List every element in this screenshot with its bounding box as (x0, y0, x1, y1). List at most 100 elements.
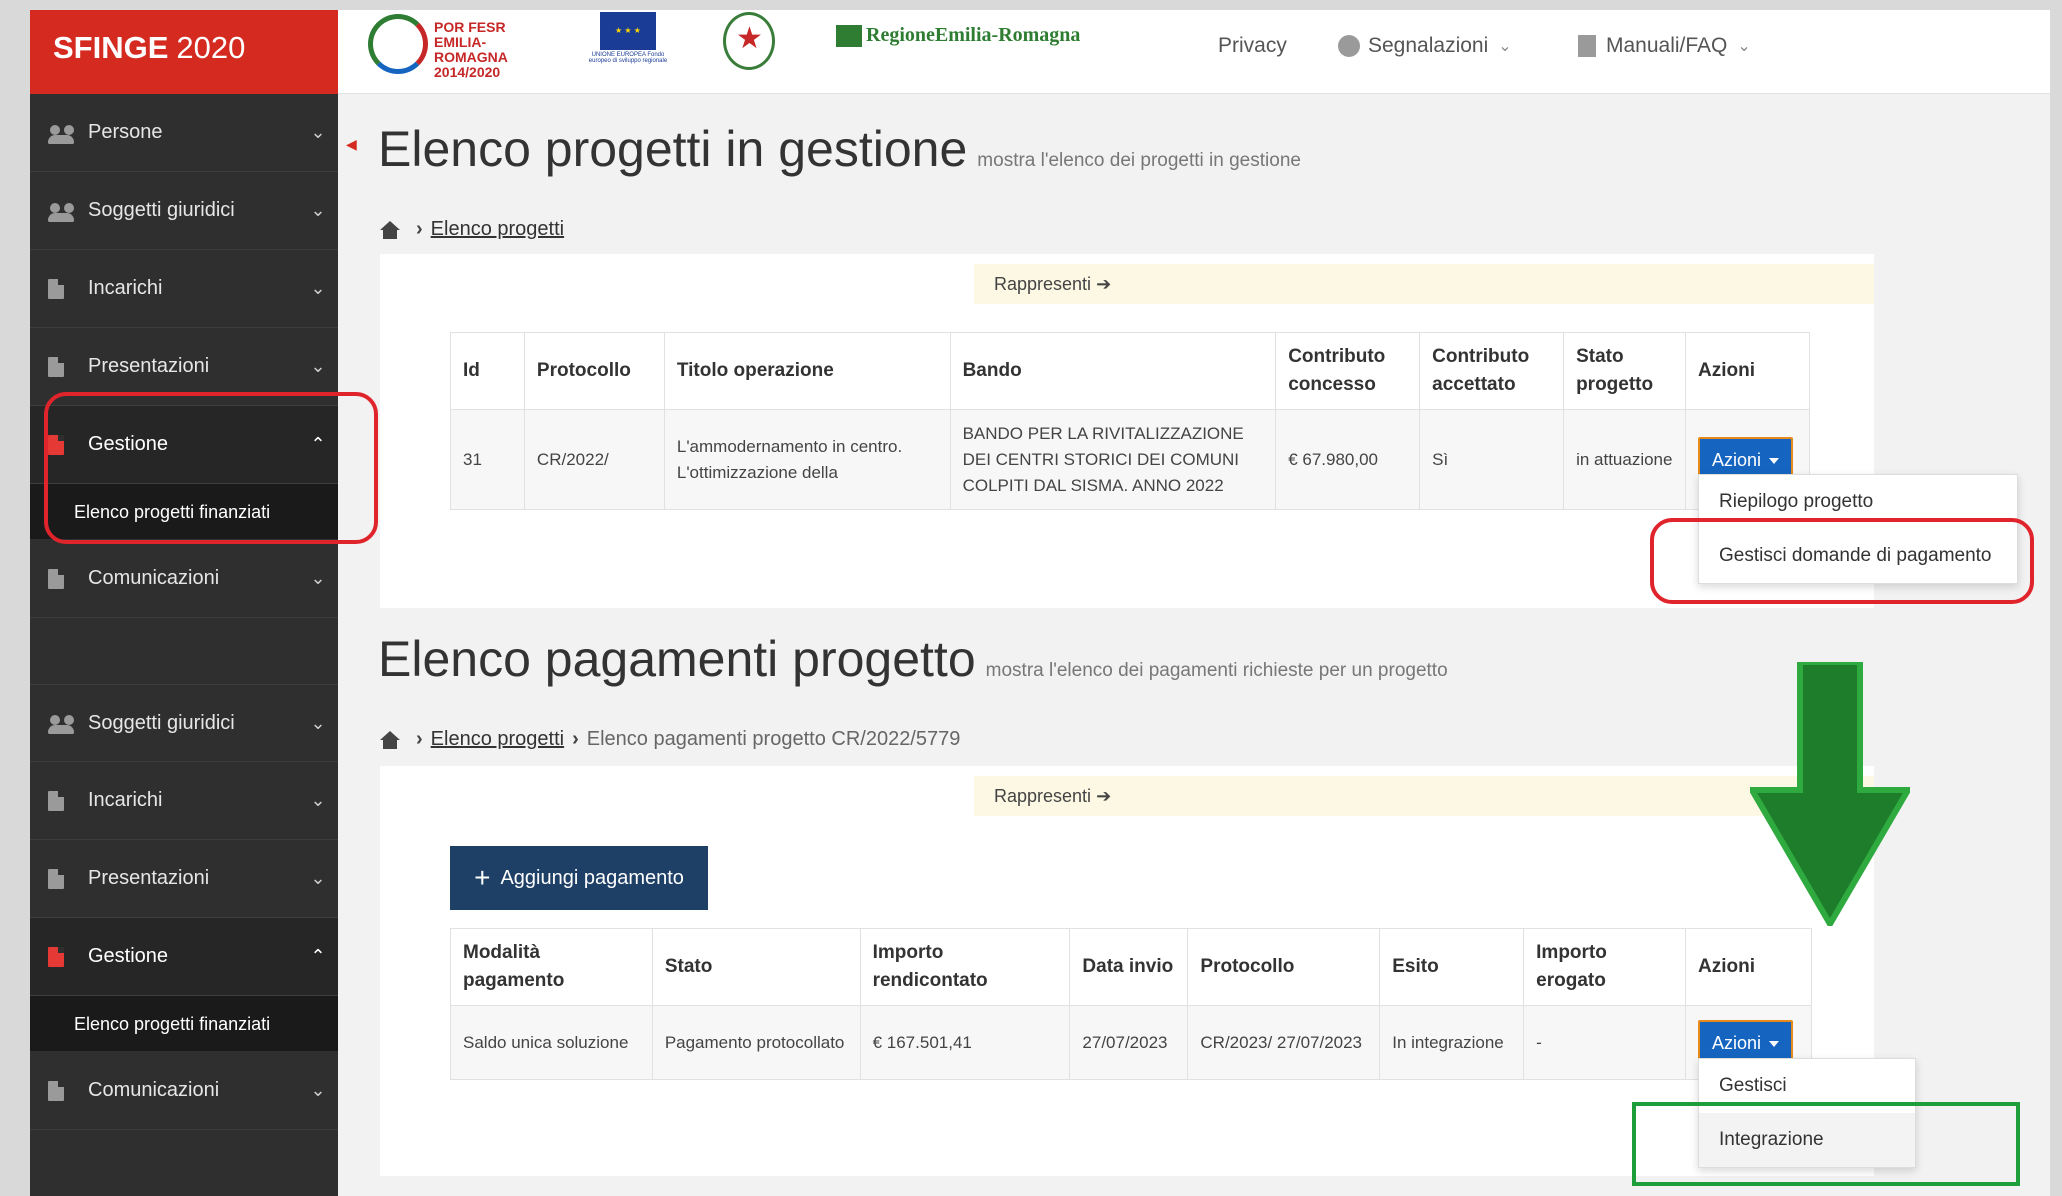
chevron-down-icon: ⌄ (310, 790, 326, 810)
column-header: Importo rendicontato (859, 928, 1071, 1006)
sidebar-collapse-icon[interactable]: ◀ (346, 136, 357, 153)
chevron-down-icon: ⌄ (310, 568, 326, 588)
document-icon (48, 356, 64, 377)
column-header: Azioni (1685, 332, 1810, 410)
chevron-down-icon: ⌄ (310, 1080, 326, 1100)
column-header: Protocollo (523, 332, 665, 410)
nav-manuali[interactable]: Manuali/FAQ ⌄ (1578, 34, 1751, 58)
nav-segnalazioni[interactable]: Segnalazioni ⌄ (1338, 34, 1512, 58)
page-subtitle-progetti: mostra l'elenco dei progetti in gestione (977, 150, 1301, 171)
cell-id: 31 (450, 409, 525, 510)
column-header: Esito (1379, 928, 1525, 1006)
caret-down-icon (1769, 1040, 1780, 1047)
breadcrumb-pagamenti: › Elenco progetti › Elenco pagamenti pro… (380, 728, 960, 751)
sidebar-item-comunicazioni[interactable]: Comunicazioni ⌄ (30, 540, 338, 618)
rappresenti-bar[interactable]: Rappresenti ➔ (974, 264, 1874, 304)
cell-stato: Pagamento protocollato (651, 1005, 861, 1080)
chevron-down-icon: ⌄ (310, 278, 326, 298)
chevron-down-icon: ⌄ (310, 200, 326, 220)
cell-importo-erogato: - (1523, 1005, 1686, 1080)
por-fesr-text: POR FESR EMILIA-ROMAGNA 2014/2020 (434, 19, 508, 80)
home-icon[interactable] (380, 730, 400, 749)
app-window: SFINGE 2020 POR FESR EMILIA-ROMAGNA 2014/… (30, 10, 2050, 1196)
cell-data-invio: 27/07/2023 (1069, 1005, 1189, 1080)
document-icon (48, 278, 64, 299)
sidebar-item-presentazioni-2[interactable]: Presentazioni ⌄ (30, 840, 338, 918)
cell-protocollo: CR/2023/ 27/07/2023 (1187, 1005, 1381, 1080)
cell-bando: BANDO PER LA RIVITALIZZAZIONE DEI CENTRI… (949, 409, 1277, 510)
sidebar-item-soggetti-giuridici[interactable]: Soggetti giuridici ⌄ (30, 172, 338, 250)
breadcrumb-link-elenco-progetti[interactable]: Elenco progetti (431, 218, 564, 241)
chevron-down-icon: ⌄ (310, 356, 326, 376)
document-icon (48, 568, 64, 589)
chevron-down-icon: ⌄ (1737, 38, 1751, 55)
top-header: POR FESR EMILIA-ROMAGNA 2014/2020 ★ ★ ★ … (338, 10, 2050, 94)
caret-down-icon (1769, 457, 1780, 464)
sidebar-subitem-elenco-progetti-finanziati-2[interactable]: Elenco progetti finanziati (30, 996, 338, 1051)
eu-flag-logo: ★ ★ ★ UNIONE EUROPEA Fondo europeo di sv… (588, 12, 668, 72)
sidebar-item-persone[interactable]: Persone ⌄ (30, 94, 338, 172)
por-fesr-logo: POR FESR EMILIA-ROMAGNA 2014/2020 (368, 14, 548, 80)
column-header: Modalità pagamento (450, 928, 653, 1006)
column-header: Azioni (1685, 928, 1812, 1006)
table-row: Saldo unica soluzione Pagamento protocol… (450, 1005, 1812, 1080)
document-icon (48, 946, 64, 967)
italian-emblem-logo (723, 12, 775, 70)
green-arrow-down-icon (1750, 662, 1910, 926)
home-icon[interactable] (380, 220, 400, 239)
column-header: Titolo operazione (663, 332, 951, 410)
people-icon (48, 713, 76, 734)
column-header: Contributo concesso (1275, 332, 1421, 410)
column-header: Stato progetto (1563, 332, 1686, 410)
document-icon (48, 868, 64, 889)
projects-table: Id Protocollo Titolo operazione Bando Co… (450, 332, 1810, 510)
rappresenti-bar[interactable]: Rappresenti ➔ (974, 776, 1874, 816)
column-header: Stato (651, 928, 861, 1006)
highlight-box-integrazione (1632, 1102, 2020, 1186)
chevron-down-icon: ⌄ (310, 868, 326, 888)
breadcrumb: › Elenco progetti (380, 218, 564, 241)
support-icon (1338, 35, 1360, 57)
nav-privacy[interactable]: Privacy (1218, 34, 1287, 58)
plus-icon: + (474, 862, 491, 893)
brand-name: SFINGE (53, 30, 169, 65)
cell-contributo-concesso: € 67.980,00 (1275, 409, 1421, 510)
people-icon (48, 123, 76, 144)
page-title-progetti: Elenco progetti in gestione mostra l'elen… (378, 121, 1301, 177)
table-row: 31 CR/2022/ L'ammodernamento in centro. … (450, 409, 1810, 510)
breadcrumb-separator-icon: › (416, 728, 423, 750)
breadcrumb-link-elenco-progetti[interactable]: Elenco progetti (431, 728, 564, 751)
chevron-down-icon: ⌄ (1498, 38, 1512, 55)
table-header-row: Id Protocollo Titolo operazione Bando Co… (450, 332, 1810, 410)
cell-modalita: Saldo unica soluzione (450, 1005, 653, 1080)
highlight-box-gestione (44, 392, 378, 544)
regione-emilia-romagna-logo: RegioneEmilia-Romagna (836, 24, 1080, 47)
people-icon (48, 201, 76, 222)
column-header: Protocollo (1187, 928, 1381, 1006)
breadcrumb-current: Elenco pagamenti progetto CR/2022/5779 (586, 728, 961, 750)
sidebar-item-incarichi[interactable]: Incarichi ⌄ (30, 250, 338, 328)
sidebar-item-incarichi-2[interactable]: Incarichi ⌄ (30, 762, 338, 840)
cell-stato-progetto: in attuazione (1563, 409, 1686, 510)
sidebar-item-comunicazioni-2[interactable]: Comunicazioni ⌄ (30, 1052, 338, 1130)
cell-contributo-accettato: Sì (1419, 409, 1565, 510)
cell-titolo: L'ammodernamento in centro. L'ottimizzaz… (663, 409, 951, 510)
chevron-up-icon: ⌃ (310, 946, 326, 966)
brand-logo[interactable]: SFINGE 2020 (30, 10, 338, 94)
column-header: Contributo accettato (1419, 332, 1565, 410)
add-payment-button[interactable]: + Aggiungi pagamento (450, 846, 708, 910)
arrow-right-icon: ➔ (1096, 274, 1112, 294)
brand-year: 2020 (176, 30, 246, 65)
document-icon (48, 1080, 64, 1101)
page-title-pagamenti: Elenco pagamenti progetto mostra l'elenco… (378, 631, 1448, 687)
breadcrumb-separator-icon: › (572, 728, 579, 750)
sidebar-item-soggetti-giuridici-2[interactable]: Soggetti giuridici ⌄ (30, 684, 338, 762)
arrow-right-icon: ➔ (1096, 786, 1112, 806)
sidebar-item-gestione-2[interactable]: Gestione ⌃ (30, 918, 338, 996)
column-header: Data invio (1069, 928, 1189, 1006)
document-icon (48, 790, 64, 811)
chevron-down-icon: ⌄ (310, 122, 326, 142)
page-subtitle-pagamenti: mostra l'elenco dei pagamenti richieste … (985, 660, 1448, 681)
column-header: Bando (949, 332, 1277, 410)
cell-importo-rendicontato: € 167.501,41 (859, 1005, 1071, 1080)
